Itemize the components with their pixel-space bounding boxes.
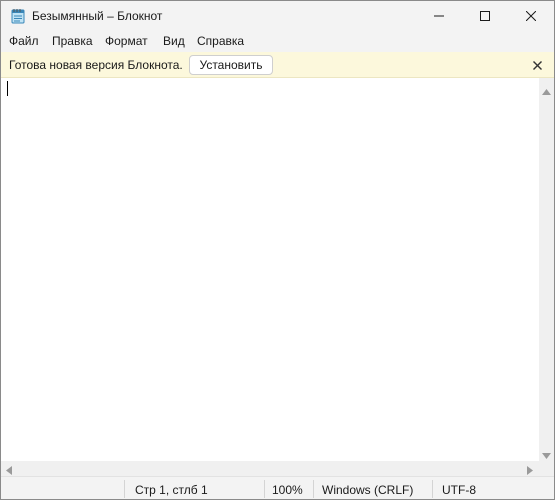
minimize-button[interactable] bbox=[416, 1, 462, 31]
notepad-window: Безымянный – Блокнот Файл Правка Формат … bbox=[0, 0, 555, 500]
update-message: Готова новая версия Блокнота. bbox=[9, 58, 183, 72]
text-caret bbox=[7, 81, 8, 96]
zoom-level[interactable]: 100% bbox=[272, 483, 303, 497]
close-button[interactable] bbox=[508, 1, 554, 31]
update-infobar: Готова новая версия Блокнота. Установить bbox=[1, 52, 554, 78]
scrollbar-corner bbox=[539, 461, 554, 476]
maximize-button[interactable] bbox=[462, 1, 508, 31]
cursor-position: Стр 1, стлб 1 bbox=[135, 483, 208, 497]
scroll-up-arrow-icon[interactable] bbox=[542, 84, 551, 98]
horizontal-scrollbar[interactable] bbox=[1, 461, 539, 476]
notepad-icon bbox=[11, 8, 25, 24]
menu-edit[interactable]: Правка bbox=[52, 34, 93, 48]
dismiss-infobar-button[interactable] bbox=[530, 58, 544, 72]
minimize-icon bbox=[434, 15, 444, 17]
text-editor-area[interactable] bbox=[1, 78, 539, 461]
status-divider bbox=[264, 480, 265, 498]
menu-bar: Файл Правка Формат Вид Справка bbox=[1, 31, 554, 52]
close-icon bbox=[526, 11, 536, 21]
vertical-scrollbar[interactable] bbox=[539, 78, 554, 461]
line-endings[interactable]: Windows (CRLF) bbox=[322, 483, 413, 497]
encoding[interactable]: UTF-8 bbox=[442, 483, 476, 497]
title-bar[interactable]: Безымянный – Блокнот bbox=[1, 1, 554, 31]
menu-help[interactable]: Справка bbox=[197, 34, 244, 48]
status-divider bbox=[124, 480, 125, 498]
status-divider bbox=[432, 480, 433, 498]
menu-format[interactable]: Формат bbox=[105, 34, 148, 48]
menu-view[interactable]: Вид bbox=[163, 34, 185, 48]
menu-file[interactable]: Файл bbox=[9, 34, 39, 48]
install-update-button[interactable]: Установить bbox=[189, 55, 273, 75]
window-title: Безымянный – Блокнот bbox=[32, 9, 163, 23]
status-divider bbox=[313, 480, 314, 498]
close-icon bbox=[532, 60, 542, 70]
status-bar: Стр 1, стлб 1 100% Windows (CRLF) UTF-8 bbox=[1, 476, 554, 499]
maximize-icon bbox=[480, 11, 490, 21]
scroll-down-arrow-icon[interactable] bbox=[542, 448, 551, 462]
